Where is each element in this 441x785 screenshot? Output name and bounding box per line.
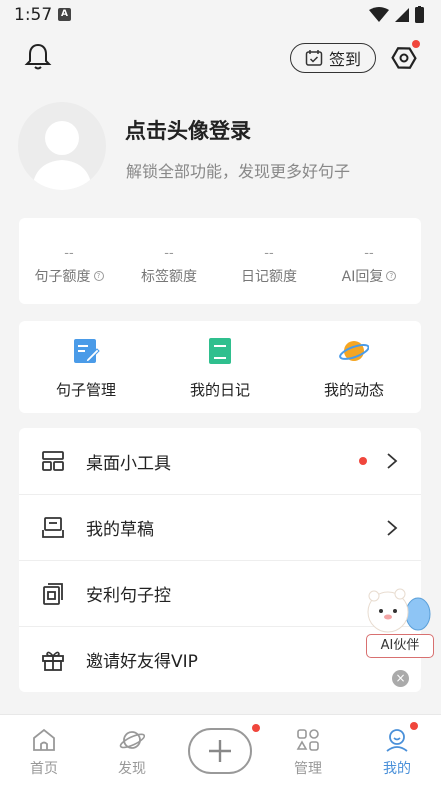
status-bar: 1:57 A bbox=[0, 0, 441, 30]
quota-value: -- bbox=[64, 246, 74, 261]
settings-button[interactable] bbox=[388, 40, 420, 74]
planet-icon bbox=[339, 341, 369, 361]
quota-ai-reply[interactable]: -- AI回复 ? bbox=[319, 218, 419, 304]
menu-label: 安利句子控 bbox=[86, 586, 171, 606]
menu-label: 我的草稿 bbox=[86, 520, 154, 540]
quota-card: -- 句子额度 ? -- 标签额度 -- 日记额度 -- AI回复 ? bbox=[19, 218, 421, 304]
menu-desktop-widget[interactable]: 桌面小工具 bbox=[19, 428, 421, 494]
shortcut-label: 句子管理 bbox=[55, 381, 116, 399]
shortcut-label: 我的动态 bbox=[323, 381, 384, 399]
shortcut-label: 我的日记 bbox=[189, 381, 250, 399]
quota-label: 日记额度 bbox=[241, 269, 297, 285]
manage-grid-icon bbox=[296, 729, 319, 751]
ai-assistant-tag[interactable]: AI伙伴 bbox=[366, 634, 434, 658]
ai-close-button[interactable]: × bbox=[392, 670, 409, 687]
quota-label-row: AI回复 ? bbox=[319, 266, 419, 286]
avatar[interactable] bbox=[18, 102, 106, 190]
gift-icon bbox=[42, 651, 64, 671]
plus-icon bbox=[209, 740, 231, 762]
nav-label: 首页 bbox=[30, 761, 58, 777]
quota-label-row: 日记额度 bbox=[219, 266, 319, 286]
home-icon bbox=[33, 728, 55, 751]
nav-profile[interactable]: 我的 bbox=[357, 715, 437, 785]
signin-label: 签到 bbox=[328, 50, 361, 69]
menu-recommend-app[interactable]: 安利句子控 bbox=[19, 560, 421, 626]
help-icon[interactable]: ? bbox=[93, 271, 104, 281]
add-button[interactable] bbox=[188, 728, 252, 774]
default-avatar-icon bbox=[32, 121, 92, 190]
diary-book-icon bbox=[209, 338, 231, 364]
help-icon[interactable]: ? bbox=[386, 271, 397, 281]
chevron-right-icon bbox=[387, 453, 398, 469]
menu-badge bbox=[359, 457, 367, 465]
quota-label: AI回复 bbox=[341, 269, 384, 285]
signin-button[interactable]: 签到 bbox=[290, 43, 376, 73]
quota-sentence[interactable]: -- 句子额度 ? bbox=[19, 218, 119, 304]
notification-app-icon: A bbox=[58, 8, 71, 21]
nav-label: 发现 bbox=[118, 761, 146, 777]
login-subtitle: 解锁全部功能，发现更多好句子 bbox=[126, 162, 351, 181]
quota-value: -- bbox=[164, 246, 174, 261]
share-app-icon bbox=[43, 582, 63, 605]
profile-icon bbox=[386, 729, 408, 752]
status-signal-battery-icons bbox=[369, 6, 424, 23]
bottom-nav: 首页 发现 管理 我的 bbox=[0, 714, 441, 785]
quota-label-row: 标签额度 bbox=[119, 266, 219, 286]
shortcut-my-diary[interactable]: 我的日记 bbox=[153, 321, 287, 413]
menu-my-drafts[interactable]: 我的草稿 bbox=[19, 494, 421, 560]
chevron-right-icon bbox=[387, 519, 398, 536]
menu-list: 桌面小工具 我的草稿 安利句子控 邀请好友得VIP bbox=[19, 428, 421, 692]
quota-diary[interactable]: -- 日记额度 bbox=[219, 218, 319, 304]
quota-label: 句子额度 bbox=[34, 269, 91, 285]
calendar-check-icon bbox=[305, 50, 323, 66]
add-badge bbox=[252, 724, 260, 732]
quota-label: 标签额度 bbox=[141, 269, 197, 285]
menu-invite-friends[interactable]: 邀请好友得VIP bbox=[19, 626, 421, 692]
quota-tag[interactable]: -- 标签额度 bbox=[119, 218, 219, 304]
discover-planet-icon bbox=[119, 731, 145, 749]
nav-label: 管理 bbox=[294, 761, 322, 777]
draft-icon bbox=[42, 516, 64, 538]
status-time: 1:57 bbox=[14, 5, 53, 25]
shortcut-card: 句子管理 我的日记 我的动态 bbox=[19, 321, 421, 413]
login-title[interactable]: 点击头像登录 bbox=[125, 115, 251, 145]
profile-badge bbox=[410, 722, 418, 730]
shortcut-sentence-manage[interactable]: 句子管理 bbox=[19, 321, 153, 413]
edit-note-icon bbox=[74, 339, 100, 363]
shortcut-my-feed[interactable]: 我的动态 bbox=[287, 321, 421, 413]
nav-discover[interactable]: 发现 bbox=[92, 715, 172, 785]
quota-label-row: 句子额度 ? bbox=[19, 266, 119, 286]
nav-home[interactable]: 首页 bbox=[4, 715, 84, 785]
settings-badge bbox=[412, 40, 420, 48]
nav-label: 我的 bbox=[383, 761, 411, 777]
menu-label: 邀请好友得VIP bbox=[86, 652, 198, 672]
quota-value: -- bbox=[364, 246, 374, 261]
menu-label: 桌面小工具 bbox=[86, 453, 171, 474]
nav-manage[interactable]: 管理 bbox=[268, 715, 348, 785]
widget-icon bbox=[42, 451, 64, 471]
notification-bell-icon[interactable] bbox=[22, 40, 54, 72]
quota-value: -- bbox=[264, 246, 274, 261]
